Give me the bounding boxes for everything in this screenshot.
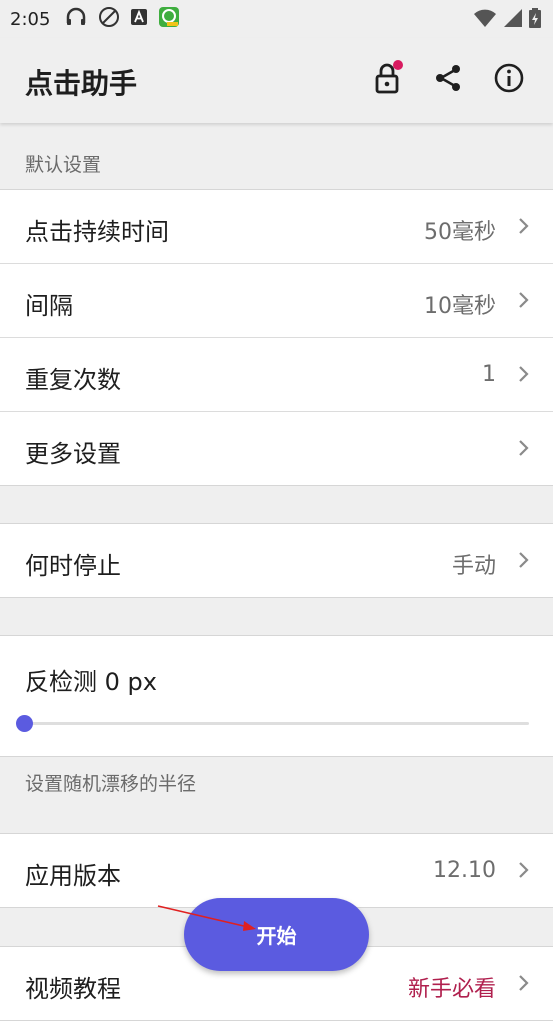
setting-label: 点击持续时间 bbox=[25, 218, 169, 246]
default-settings-card: 点击持续时间 50毫秒 间隔 10毫秒 重复次数 1 更多设置 bbox=[0, 189, 553, 486]
stop-card: 何时停止 手动 bbox=[0, 523, 553, 598]
anti-detect-slider[interactable] bbox=[16, 715, 529, 732]
setting-value: 50毫秒 bbox=[424, 220, 496, 245]
chevron-right-icon bbox=[519, 862, 529, 878]
app-notification-icon bbox=[158, 6, 180, 32]
setting-label: 重复次数 bbox=[25, 366, 121, 394]
anti-detect-label: 反检测 0 px bbox=[25, 668, 157, 696]
wifi-icon bbox=[473, 8, 497, 32]
chevron-right-icon bbox=[519, 218, 529, 234]
chevron-right-icon bbox=[519, 366, 529, 382]
setting-value: 手动 bbox=[451, 554, 496, 579]
anti-detect-card: 反检测 0 px bbox=[0, 635, 553, 757]
status-time: 2:05 bbox=[10, 8, 51, 30]
setting-value: 10毫秒 bbox=[424, 294, 496, 319]
slider-thumb[interactable] bbox=[16, 715, 33, 732]
status-bar: 2:05 bbox=[0, 0, 553, 38]
start-button[interactable]: 开始 bbox=[184, 898, 369, 971]
chevron-right-icon bbox=[519, 292, 529, 308]
info-icon bbox=[493, 62, 525, 98]
chevron-right-icon bbox=[519, 440, 529, 456]
setting-row-repeat-count[interactable]: 重复次数 1 bbox=[0, 338, 553, 412]
anti-detect-hint: 设置随机漂移的半径 bbox=[25, 773, 197, 795]
signal-icon bbox=[503, 8, 523, 32]
notification-dot bbox=[393, 60, 403, 70]
app-title: 点击助手 bbox=[25, 67, 138, 100]
chevron-right-icon bbox=[519, 975, 529, 991]
no-ad-icon bbox=[98, 6, 120, 32]
lock-button[interactable] bbox=[369, 60, 405, 98]
setting-row-app-version[interactable]: 应用版本 12.10 bbox=[0, 834, 553, 907]
info-button[interactable] bbox=[491, 62, 527, 98]
text-a-icon bbox=[130, 8, 148, 30]
headset-icon bbox=[64, 6, 88, 32]
setting-value: 12.10 bbox=[433, 858, 496, 883]
setting-value: 1 bbox=[482, 362, 496, 387]
share-icon bbox=[433, 63, 463, 97]
setting-value: 新手必看 bbox=[407, 977, 496, 1002]
setting-row-more-settings[interactable]: 更多设置 bbox=[0, 412, 553, 485]
setting-label: 间隔 bbox=[25, 292, 73, 320]
setting-label: 何时停止 bbox=[25, 552, 121, 580]
setting-row-interval[interactable]: 间隔 10毫秒 bbox=[0, 264, 553, 338]
battery-icon bbox=[529, 8, 541, 32]
version-card: 应用版本 12.10 bbox=[0, 833, 553, 908]
chevron-right-icon bbox=[519, 552, 529, 568]
app-bar: 点击助手 bbox=[0, 38, 553, 123]
setting-label: 视频教程 bbox=[25, 975, 121, 1003]
setting-row-click-duration[interactable]: 点击持续时间 50毫秒 bbox=[0, 190, 553, 264]
setting-label: 应用版本 bbox=[25, 862, 121, 890]
section-header-default-settings: 默认设置 bbox=[25, 154, 102, 176]
setting-row-when-to-stop[interactable]: 何时停止 手动 bbox=[0, 524, 553, 597]
share-button[interactable] bbox=[430, 62, 466, 98]
start-button-label: 开始 bbox=[256, 924, 297, 948]
setting-label: 更多设置 bbox=[25, 440, 121, 468]
